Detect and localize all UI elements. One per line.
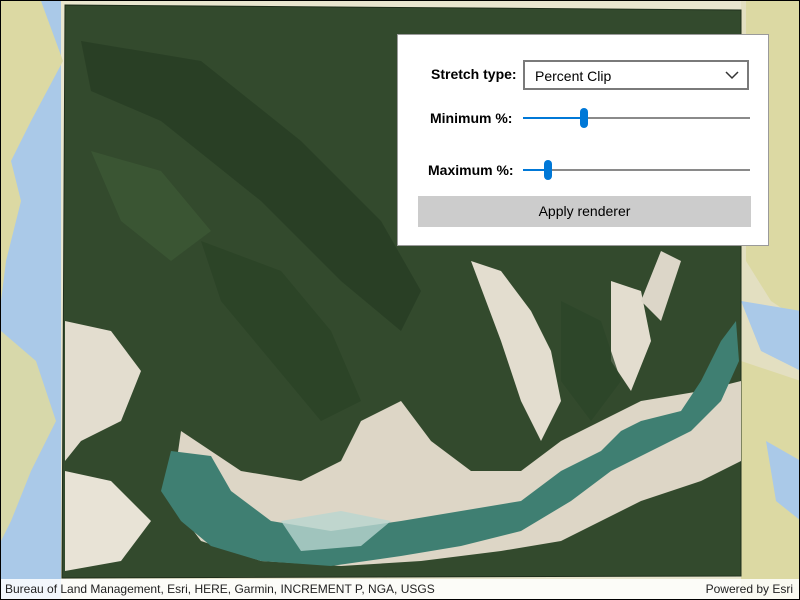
chevron-down-icon bbox=[725, 71, 739, 80]
minimum-label: Minimum %: bbox=[430, 110, 513, 126]
stretch-type-select[interactable]: Percent Clip bbox=[523, 60, 749, 90]
attribution-bar: Bureau of Land Management, Esri, HERE, G… bbox=[1, 579, 799, 599]
stretch-type-value: Percent Clip bbox=[535, 68, 612, 84]
maximum-label: Maximum %: bbox=[428, 162, 514, 178]
minimum-slider-thumb[interactable] bbox=[580, 108, 589, 128]
minimum-slider[interactable] bbox=[523, 108, 750, 128]
maximum-slider-track bbox=[523, 169, 750, 171]
powered-by-esri[interactable]: Powered by Esri bbox=[706, 582, 793, 596]
map-view[interactable]: Stretch type: Percent Clip Minimum %: Ma… bbox=[0, 0, 800, 600]
maximum-slider-thumb[interactable] bbox=[543, 160, 552, 180]
maximum-slider[interactable] bbox=[523, 160, 750, 180]
attribution-sources: Bureau of Land Management, Esri, HERE, G… bbox=[5, 582, 435, 596]
stretch-type-label: Stretch type: bbox=[431, 66, 517, 82]
minimum-slider-fill bbox=[523, 117, 585, 119]
renderer-panel: Stretch type: Percent Clip Minimum %: Ma… bbox=[397, 34, 769, 246]
apply-renderer-button[interactable]: Apply renderer bbox=[418, 196, 751, 227]
